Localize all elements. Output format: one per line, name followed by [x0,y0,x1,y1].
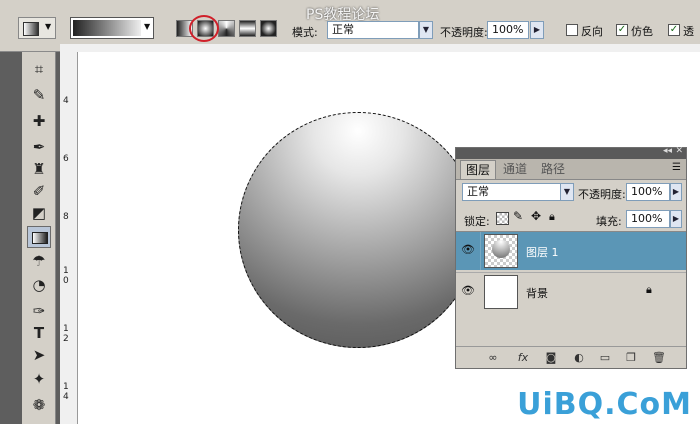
ruler-number: 1 0 [63,266,69,286]
history-brush-tool-icon[interactable]: ✐ [27,180,51,202]
layer-thumbnail [484,234,518,268]
mode-label: 模式: [292,26,318,39]
custom-shape-tool-icon[interactable]: ✦ [27,368,51,390]
chevron-down-icon[interactable]: ▼ [144,22,150,31]
sphere-thumbnail [492,240,510,258]
mode-dropdown-arrow[interactable]: ▼ [419,21,433,39]
diamond-gradient-button[interactable] [260,20,277,37]
ruler-number: 6 [63,154,69,164]
crop-tool-icon[interactable]: ⌗ [27,58,51,80]
layers-panel: ◂◂ ✕ 图层 通道 路径 ☰ 正常 ▼ 不透明度: 100% ▶ 锁定: ✎ … [455,146,687,369]
opacity-label: 不透明度: [578,188,626,201]
layer-opacity-arrow[interactable]: ▶ [670,183,682,201]
group-icon[interactable]: ▭ [598,351,612,364]
angle-gradient-button[interactable] [218,20,235,37]
layer-thumbnail [484,275,518,309]
tab-paths[interactable]: 路径 [536,160,570,178]
collapse-icon[interactable]: ◂◂ [663,146,672,156]
lock-pixels-icon[interactable]: ✎ [513,209,523,223]
lock-transparent-icon[interactable] [496,212,509,225]
ruler-number: 8 [63,212,69,222]
lock-icon: 🔒︎ [646,283,652,296]
blend-mode-dropdown-arrow[interactable]: ▼ [560,183,574,201]
reflected-gradient-button[interactable] [239,20,256,37]
tool-preset-picker[interactable]: ▼ [18,17,56,39]
vertical-ruler: 4 6 8 1 0 1 2 1 4 [60,52,78,424]
opacity-label: 不透明度: [440,26,488,39]
path-selection-tool-icon[interactable]: ➤ [27,344,51,366]
trash-icon[interactable]: 🗑︎ [652,351,666,364]
blend-mode-select[interactable]: 正常 [462,183,562,201]
highlight-circle [189,15,219,42]
layer-row-layer1[interactable]: 👁︎ 图层 1 [456,232,686,270]
opacity-slider-arrow[interactable]: ▶ [530,21,544,39]
site-logo: UiBQ.CoM [517,387,692,422]
blur-tool-icon[interactable]: ☂ [27,250,51,272]
transparency-label: 透 [683,25,694,38]
fill-arrow[interactable]: ▶ [670,210,682,228]
eraser-tool-icon[interactable]: ◩ [27,202,51,224]
lock-label: 锁定: [464,215,490,228]
layer-row-background[interactable]: 👁︎ 背景 🔒︎ [456,272,686,310]
lock-all-icon[interactable]: 🔒︎ [549,210,555,224]
reverse-checkbox[interactable] [566,24,578,36]
mode-select[interactable]: 正常 [327,21,419,39]
gradient-preview [73,20,141,36]
fx-icon[interactable]: fx [516,351,530,364]
dodge-tool-icon[interactable]: ◔ [27,274,51,296]
reverse-label: 反向 [581,25,603,38]
dither-checkbox[interactable]: ✓ [616,24,628,36]
lock-position-icon[interactable]: ✥ [531,209,541,223]
close-icon[interactable]: ✕ [675,146,683,156]
eye-icon[interactable]: 👁︎ [460,283,476,299]
gradient-picker[interactable]: ▼ [70,17,154,39]
dither-label: 仿色 [631,25,653,38]
layer-opacity-input[interactable]: 100% [626,183,670,201]
healing-brush-tool-icon[interactable]: ✚ [27,110,51,132]
horizontal-ruler [60,44,700,52]
selection-marquee [238,112,478,348]
mask-icon[interactable]: ◙ [544,351,558,364]
brush-tool-icon[interactable]: ✒ [27,136,51,158]
eyedropper-tool-icon[interactable]: ✎ [27,84,51,106]
tab-channels[interactable]: 通道 [498,160,532,178]
layer-name[interactable]: 图层 1 [526,244,559,260]
opacity-input[interactable]: 100% [487,21,529,39]
gradient-tool-icon [23,22,39,36]
link-icon[interactable]: ∞ [486,351,500,364]
3d-rotate-tool-icon[interactable]: ❁ [27,394,51,416]
eye-icon[interactable]: 👁︎ [460,242,476,258]
panel-titlebar: ◂◂ ✕ [456,146,686,159]
gradient-tool-icon[interactable] [27,226,51,248]
panel-menu-icon[interactable]: ☰ [672,162,681,173]
layer-name[interactable]: 背景 [526,285,548,301]
tab-layers[interactable]: 图层 [460,160,496,179]
transparency-checkbox[interactable]: ✓ [668,24,680,36]
fill-input[interactable]: 100% [626,210,670,228]
chevron-down-icon: ▼ [45,22,52,31]
ruler-number: 1 2 [63,324,69,344]
ruler-number: 4 [63,96,69,106]
clone-stamp-tool-icon[interactable]: ♜ [27,158,51,180]
ruler-number: 1 4 [63,382,69,402]
fill-label: 填充: [596,215,622,228]
adjustment-icon[interactable]: ◐ [572,351,586,364]
pen-tool-icon[interactable]: ✑ [27,300,51,322]
new-layer-icon[interactable]: ❐ [624,351,638,364]
type-tool-icon[interactable]: T [27,322,51,344]
toolbox: ⌗ ✎ ✚ ✒ ♜ ✐ ◩ ☂ ◔ ✑ T ➤ ✦ ❁ [22,52,56,424]
